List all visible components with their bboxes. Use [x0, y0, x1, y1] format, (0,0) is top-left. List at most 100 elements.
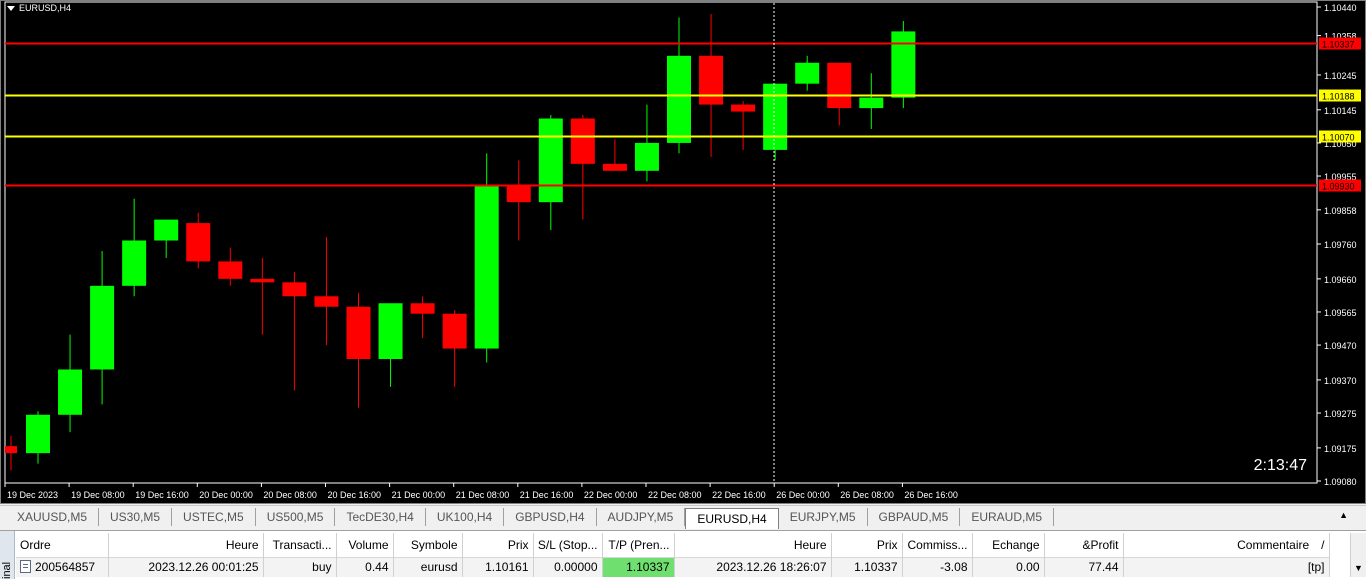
chart-tab-bar: XAUUSD,M5 US30,M5 USTEC,M5 US500,M5 TecDE30,…	[0, 505, 1366, 529]
table-cell: 1.10337	[831, 556, 903, 577]
y-tick-label: 1.10440	[1324, 3, 1357, 13]
candle-body	[474, 184, 499, 349]
x-tick-label: 26 Dec 16:00	[904, 490, 958, 500]
column-header[interactable]: Echange	[972, 533, 1045, 557]
y-tick-label: 1.09370	[1324, 376, 1357, 386]
price-level-label: 1.09930	[1322, 182, 1355, 192]
chart-tab[interactable]: XAUUSD,M5	[6, 508, 100, 526]
candle-body	[667, 55, 691, 143]
sort-indicator-icon: /	[1321, 537, 1325, 552]
candle-body	[314, 296, 339, 307]
candle-body	[634, 142, 659, 171]
y-tick-label: 1.09275	[1324, 409, 1357, 419]
candle-body	[859, 97, 884, 109]
column-header[interactable]: Ordre	[16, 533, 109, 557]
x-tick-label: 21 Dec 16:00	[520, 490, 574, 500]
chart-tab[interactable]: EURAUD,M5	[960, 508, 1055, 526]
table-cell: 1.10337	[602, 556, 675, 577]
chart-tab[interactable]: AUDJPY,M5	[597, 508, 686, 526]
chart-tab[interactable]: US500,M5	[256, 508, 336, 526]
candle-body	[5, 446, 17, 454]
order-document-icon	[20, 560, 31, 574]
column-header[interactable]: &Profit	[1044, 533, 1124, 557]
candle-body	[699, 55, 724, 105]
table-cell: 1.10161	[462, 556, 534, 577]
table-cell: 2023.12.26 00:01:25	[108, 556, 264, 577]
chart-menu-icon[interactable]	[7, 5, 15, 11]
terminal-side-label[interactable]: inal	[0, 531, 15, 579]
y-tick-label: 1.09660	[1324, 275, 1357, 285]
table-cell: buy	[263, 556, 337, 577]
table-cell: 0.44	[336, 556, 394, 577]
column-header[interactable]: Prix	[462, 533, 534, 557]
column-header[interactable]: T/P (Pren...	[602, 533, 675, 557]
candle-body	[570, 118, 595, 164]
candle-body	[410, 303, 435, 314]
table-cell: 2023.12.26 18:26:07	[674, 556, 832, 577]
candle-body	[58, 369, 83, 415]
price-level-label: 1.10188	[1322, 92, 1355, 102]
mt4-window: 1.10440 1.10358 1.10245 1.10145 1.10050 1.099…	[0, 0, 1366, 579]
candlestick-chart[interactable]: 1.104401.103581.102451.101451.100501.099…	[1, 1, 1365, 503]
chart-title: EURUSD,H4	[7, 3, 71, 13]
column-header[interactable]: Heure	[108, 533, 264, 557]
vertical-scrollbar[interactable]: ▼	[1350, 533, 1366, 577]
chart-tab[interactable]: EURUSD,H4	[685, 507, 779, 529]
chart-tab[interactable]: USTEC,M5	[172, 508, 256, 526]
x-tick-label: 20 Dec 00:00	[199, 490, 253, 500]
candle-body	[250, 278, 275, 283]
table-row[interactable]: 200564857 2023.12.26 00:01:25 buy 0.44 eurus…	[16, 556, 1330, 577]
candle-body	[891, 31, 916, 98]
x-tick-label: 19 Dec 16:00	[135, 490, 189, 500]
tabs-scroll-icon[interactable]: ▲	[1339, 510, 1348, 520]
candle-body	[378, 303, 403, 360]
x-tick-label: 22 Dec 08:00	[648, 490, 702, 500]
chart-tab[interactable]: GBPUSD,H4	[504, 508, 597, 526]
x-tick-label: 22 Dec 16:00	[712, 490, 766, 500]
candle-body	[346, 306, 371, 360]
column-header[interactable]: Commentaire /	[1123, 533, 1330, 557]
chart-window[interactable]: 1.10440 1.10358 1.10245 1.10145 1.10050 1.099…	[0, 0, 1366, 504]
candle-body	[186, 223, 211, 262]
y-tick-label: 1.09175	[1324, 444, 1357, 454]
x-tick-label: 20 Dec 16:00	[328, 490, 382, 500]
scroll-down-icon[interactable]: ▼	[1351, 563, 1366, 573]
table-cell: 77.44	[1044, 556, 1124, 577]
price-level-label: 1.10070	[1322, 133, 1355, 143]
x-tick-label: 20 Dec 08:00	[263, 490, 317, 500]
y-tick-label: 1.10145	[1324, 106, 1357, 116]
column-header[interactable]: S/L (Stop...	[533, 533, 603, 557]
x-tick-label: 26 Dec 08:00	[840, 490, 894, 500]
column-header[interactable]: Transacti...	[263, 533, 337, 557]
candle-body	[795, 62, 820, 84]
chart-tab[interactable]: TecDE30,H4	[335, 508, 426, 526]
price-level-label: 1.10337	[1322, 40, 1355, 50]
y-tick-label: 1.09858	[1324, 206, 1357, 216]
column-header[interactable]: Commiss...	[902, 533, 973, 557]
chart-tab[interactable]: UK100,H4	[426, 508, 505, 526]
table-header-row: Ordre Heure Transacti... Volume Symbole Prix S…	[16, 533, 1330, 557]
column-header[interactable]: Prix	[831, 533, 903, 557]
chart-tab[interactable]: EURJPY,M5	[779, 508, 868, 526]
candle-body	[506, 184, 531, 203]
candle-body	[731, 104, 756, 112]
y-tick-label: 1.09760	[1324, 240, 1357, 250]
candle-body	[154, 219, 179, 241]
column-header[interactable]: Heure	[674, 533, 832, 557]
terminal-panel: inal Ordre Heure Transacti... Volume Symbole…	[0, 530, 1366, 579]
column-header[interactable]: Volume	[336, 533, 394, 557]
chart-tab[interactable]: GBPAUD,M5	[868, 508, 961, 526]
y-tick-label: 1.09470	[1324, 341, 1357, 351]
x-tick-label: 26 Dec 00:00	[776, 490, 830, 500]
table-cell: [tp]	[1123, 556, 1330, 577]
column-header[interactable]: Symbole	[393, 533, 463, 557]
chart-symbol-label: EURUSD,H4	[19, 3, 72, 13]
chart-tab[interactable]: US30,M5	[99, 508, 173, 526]
candle-body	[442, 313, 467, 349]
order-number: 200564857	[35, 560, 96, 575]
x-tick-label: 21 Dec 00:00	[392, 490, 446, 500]
candle-body	[218, 261, 243, 279]
table-cell: 0.00	[972, 556, 1045, 577]
candle-body	[26, 414, 50, 454]
candle-body	[538, 118, 563, 203]
